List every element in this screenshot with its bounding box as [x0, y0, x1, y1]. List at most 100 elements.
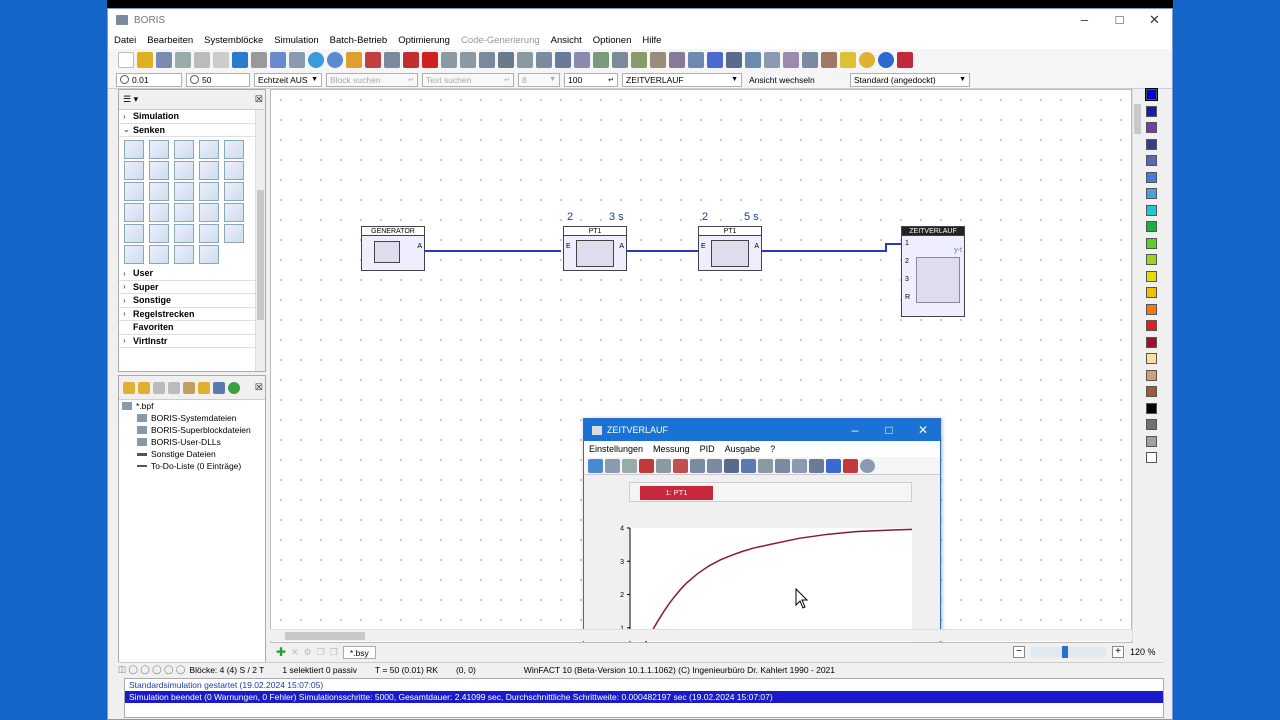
menu-batch-betrieb[interactable]: Batch-Betrieb	[330, 35, 388, 46]
view-select[interactable]: ZEITVERLAUF ▼	[622, 72, 742, 87]
sink-block-icon[interactable]	[149, 203, 169, 222]
color-swatch[interactable]	[1146, 435, 1157, 447]
settings-icon[interactable]: ⚙	[304, 647, 312, 658]
save-icon[interactable]	[741, 458, 756, 473]
sink-block-icon[interactable]	[174, 245, 194, 264]
color-swatch[interactable]	[1146, 270, 1157, 282]
color-swatch[interactable]	[1146, 353, 1157, 364]
color-swatch[interactable]	[1146, 188, 1157, 199]
canvas-vscrollbar[interactable]	[1132, 89, 1142, 643]
folder-open-icon[interactable]	[138, 381, 150, 394]
step-icon[interactable]	[289, 52, 305, 68]
save-icon[interactable]	[156, 52, 172, 68]
color-swatch[interactable]	[1146, 287, 1157, 298]
camera-icon[interactable]	[775, 458, 790, 473]
sink-block-icon[interactable]	[224, 182, 244, 201]
tool-icon[interactable]	[460, 52, 476, 68]
plot-area[interactable]: 1: PT1 0510152025303540455001234	[585, 476, 939, 642]
sink-block-icon[interactable]	[174, 140, 194, 159]
category-user[interactable]: › User	[119, 267, 265, 281]
spell-icon[interactable]	[536, 52, 552, 68]
group-icon[interactable]	[745, 52, 761, 68]
arrange-icon[interactable]	[631, 52, 647, 68]
add-icon[interactable]: ✚	[276, 645, 286, 659]
menu-messung[interactable]: Messung	[653, 444, 690, 454]
zeitverlauf-block[interactable]: ZEITVERLAUF 1 2 3 R y-t	[901, 226, 965, 317]
color-swatch[interactable]	[1146, 171, 1157, 183]
close-button[interactable]: ✕	[1137, 12, 1172, 28]
color-swatch[interactable]	[1145, 88, 1158, 101]
endtime-field[interactable]: 50	[186, 72, 250, 87]
sink-block-icon[interactable]	[199, 161, 219, 180]
text-icon[interactable]	[707, 52, 723, 68]
clear-font-icon[interactable]	[843, 458, 858, 473]
target-icon[interactable]	[327, 52, 343, 68]
sink-block-icon[interactable]	[174, 224, 194, 243]
menu-datei[interactable]: Datei	[114, 35, 136, 46]
color-swatch[interactable]	[1146, 452, 1157, 463]
sink-block-icon[interactable]	[174, 161, 194, 180]
category-regelstrecken[interactable]: › Regelstrecken	[119, 308, 265, 321]
delete-icon[interactable]	[422, 52, 438, 68]
wire[interactable]	[623, 250, 699, 252]
first-icon[interactable]	[588, 458, 603, 473]
paste-icon[interactable]: ❐	[330, 647, 338, 658]
help-icon[interactable]	[878, 52, 894, 68]
sink-block-icon[interactable]	[149, 224, 169, 243]
hand-icon[interactable]	[346, 52, 362, 68]
canvas-hscrollbar[interactable]	[270, 629, 1132, 641]
wire[interactable]	[423, 250, 561, 252]
message-log[interactable]: Standardsimulation gestartet (19.02.2024…	[124, 678, 1164, 718]
refresh-icon[interactable]	[228, 381, 240, 394]
generator-block[interactable]: GENERATOR A	[361, 226, 425, 271]
category-super[interactable]: › Super	[119, 281, 265, 294]
sink-block-icon[interactable]	[124, 140, 144, 159]
tree-icon[interactable]	[783, 52, 799, 68]
maximize-button[interactable]: □	[872, 423, 906, 437]
layer-icon[interactable]	[669, 52, 685, 68]
align-icon[interactable]	[593, 52, 609, 68]
wand-icon[interactable]	[384, 52, 400, 68]
text-search-input[interactable]: Text suchen ↵	[422, 72, 514, 87]
sink-block-icon[interactable]	[199, 245, 219, 264]
maximize-button[interactable]: □	[1102, 12, 1137, 28]
percent-field[interactable]: 100 ↵	[564, 72, 618, 87]
log-line[interactable]: Standardsimulation gestartet (19.02.2024…	[125, 679, 1163, 691]
color-swatch[interactable]	[1146, 369, 1157, 381]
padlock-icon[interactable]	[840, 52, 856, 68]
calc-icon[interactable]	[821, 52, 837, 68]
count-select[interactable]: 8 ▼	[518, 72, 560, 87]
crosshair-icon[interactable]	[639, 458, 654, 473]
color-swatch[interactable]	[1146, 204, 1157, 216]
refresh-icon[interactable]	[308, 52, 324, 68]
table-icon[interactable]	[802, 52, 818, 68]
menu-code-generierung[interactable]: Code-Generierung	[461, 35, 540, 46]
folder-icon[interactable]	[123, 381, 135, 394]
close-button[interactable]: ✕	[906, 423, 940, 437]
sink-block-icon[interactable]	[199, 203, 219, 222]
new-icon[interactable]	[118, 52, 134, 68]
color-swatch[interactable]	[1146, 138, 1157, 150]
category-sonstige[interactable]: › Sonstige	[119, 294, 265, 308]
sink-block-icon[interactable]	[199, 182, 219, 201]
minimize-button[interactable]: –	[1067, 12, 1102, 28]
table-icon[interactable]	[656, 458, 671, 473]
sink-block-icon[interactable]	[224, 140, 244, 159]
lock-icon[interactable]	[517, 52, 533, 68]
tab-bsy[interactable]: *.bsy	[342, 645, 376, 659]
edit-icon[interactable]	[809, 458, 824, 473]
scroll-thumb[interactable]	[1134, 104, 1141, 134]
play-icon[interactable]	[232, 52, 248, 68]
close-icon[interactable]: ☒	[255, 382, 263, 393]
sink-block-icon[interactable]	[174, 203, 194, 222]
export-icon[interactable]	[194, 52, 210, 68]
font-icon[interactable]	[826, 458, 841, 473]
connect-icon[interactable]	[479, 52, 495, 68]
log-line-selected[interactable]: Simulation beendet (0 Warnungen, 0 Fehle…	[125, 691, 1163, 703]
sink-block-icon[interactable]	[149, 245, 169, 264]
color-swatch[interactable]	[1146, 336, 1157, 348]
brush-icon[interactable]	[183, 381, 195, 394]
color-swatch[interactable]	[1146, 254, 1157, 265]
color-swatch[interactable]	[1146, 402, 1157, 414]
sink-block-icon[interactable]	[199, 224, 219, 243]
